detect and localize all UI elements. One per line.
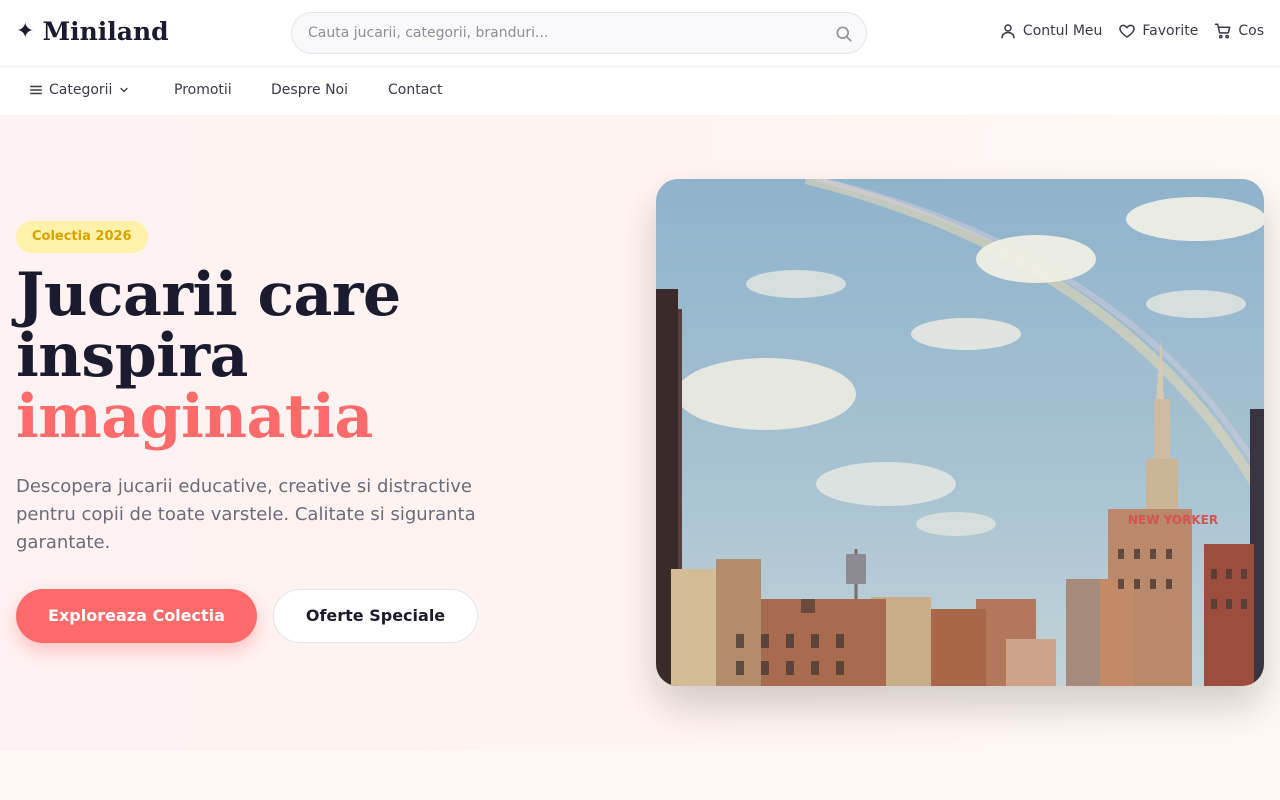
headline-line-2: inspira [16, 321, 248, 391]
nav-promotii[interactable]: Promotii [174, 82, 232, 98]
menu-icon [30, 85, 42, 95]
collection-badge: Colectia 2026 [16, 221, 148, 253]
nav-contact[interactable]: Contact [388, 82, 442, 98]
explore-collection-button[interactable]: Exploreaza Colectia [16, 589, 257, 643]
account-actions: Contul Meu Favorite Cos [999, 22, 1264, 40]
hero-headline: Jucarii care inspira imaginatia [16, 265, 401, 448]
hero-section: Colectia 2026 Jucarii care inspira imagi… [0, 115, 1280, 751]
favorites-label: Favorite [1142, 23, 1199, 39]
heart-icon [1119, 24, 1136, 38]
favorites-link[interactable]: Favorite [1118, 22, 1198, 40]
search-bar [291, 12, 867, 54]
account-label: Contul Meu [1022, 23, 1103, 39]
nav-item-label: Promotii [174, 82, 232, 98]
cart-link[interactable]: Cos [1214, 22, 1264, 40]
image-sign-text: NEW YORKER [1128, 513, 1218, 527]
headline-line-1: Jucarii care [16, 260, 401, 330]
nav-item-label: Despre Noi [271, 82, 349, 98]
cart-icon [1215, 23, 1231, 39]
nav-categories-label: Categorii [49, 82, 113, 98]
search-input[interactable] [308, 13, 828, 53]
nav-categories[interactable]: Categorii [29, 82, 130, 98]
top-header: ✦ Miniland Contul Meu Favorite [0, 0, 1280, 67]
nav-item-label: Contact [388, 82, 443, 98]
brand-name: Miniland [42, 17, 169, 46]
account-link[interactable]: Contul Meu [999, 22, 1102, 40]
search-icon[interactable] [834, 24, 854, 44]
hero-description: Descopera jucarii educative, creative si… [16, 476, 476, 553]
hero-image: NEW YORKER [656, 179, 1264, 686]
headline-accent: imaginatia [16, 382, 373, 452]
sparkle-icon: ✦ [16, 19, 35, 44]
nav-despre-noi[interactable]: Despre Noi [271, 82, 348, 98]
chevron-down-icon [120, 87, 129, 93]
main-nav: Categorii Promotii Despre Noi Contact [0, 67, 1280, 115]
cart-label: Cos [1238, 23, 1264, 39]
user-icon [1001, 24, 1015, 39]
logo[interactable]: ✦ Miniland [16, 14, 169, 50]
special-offers-button[interactable]: Oferte Speciale [273, 589, 478, 643]
city-rainbow-illustration: NEW YORKER [656, 179, 1264, 686]
